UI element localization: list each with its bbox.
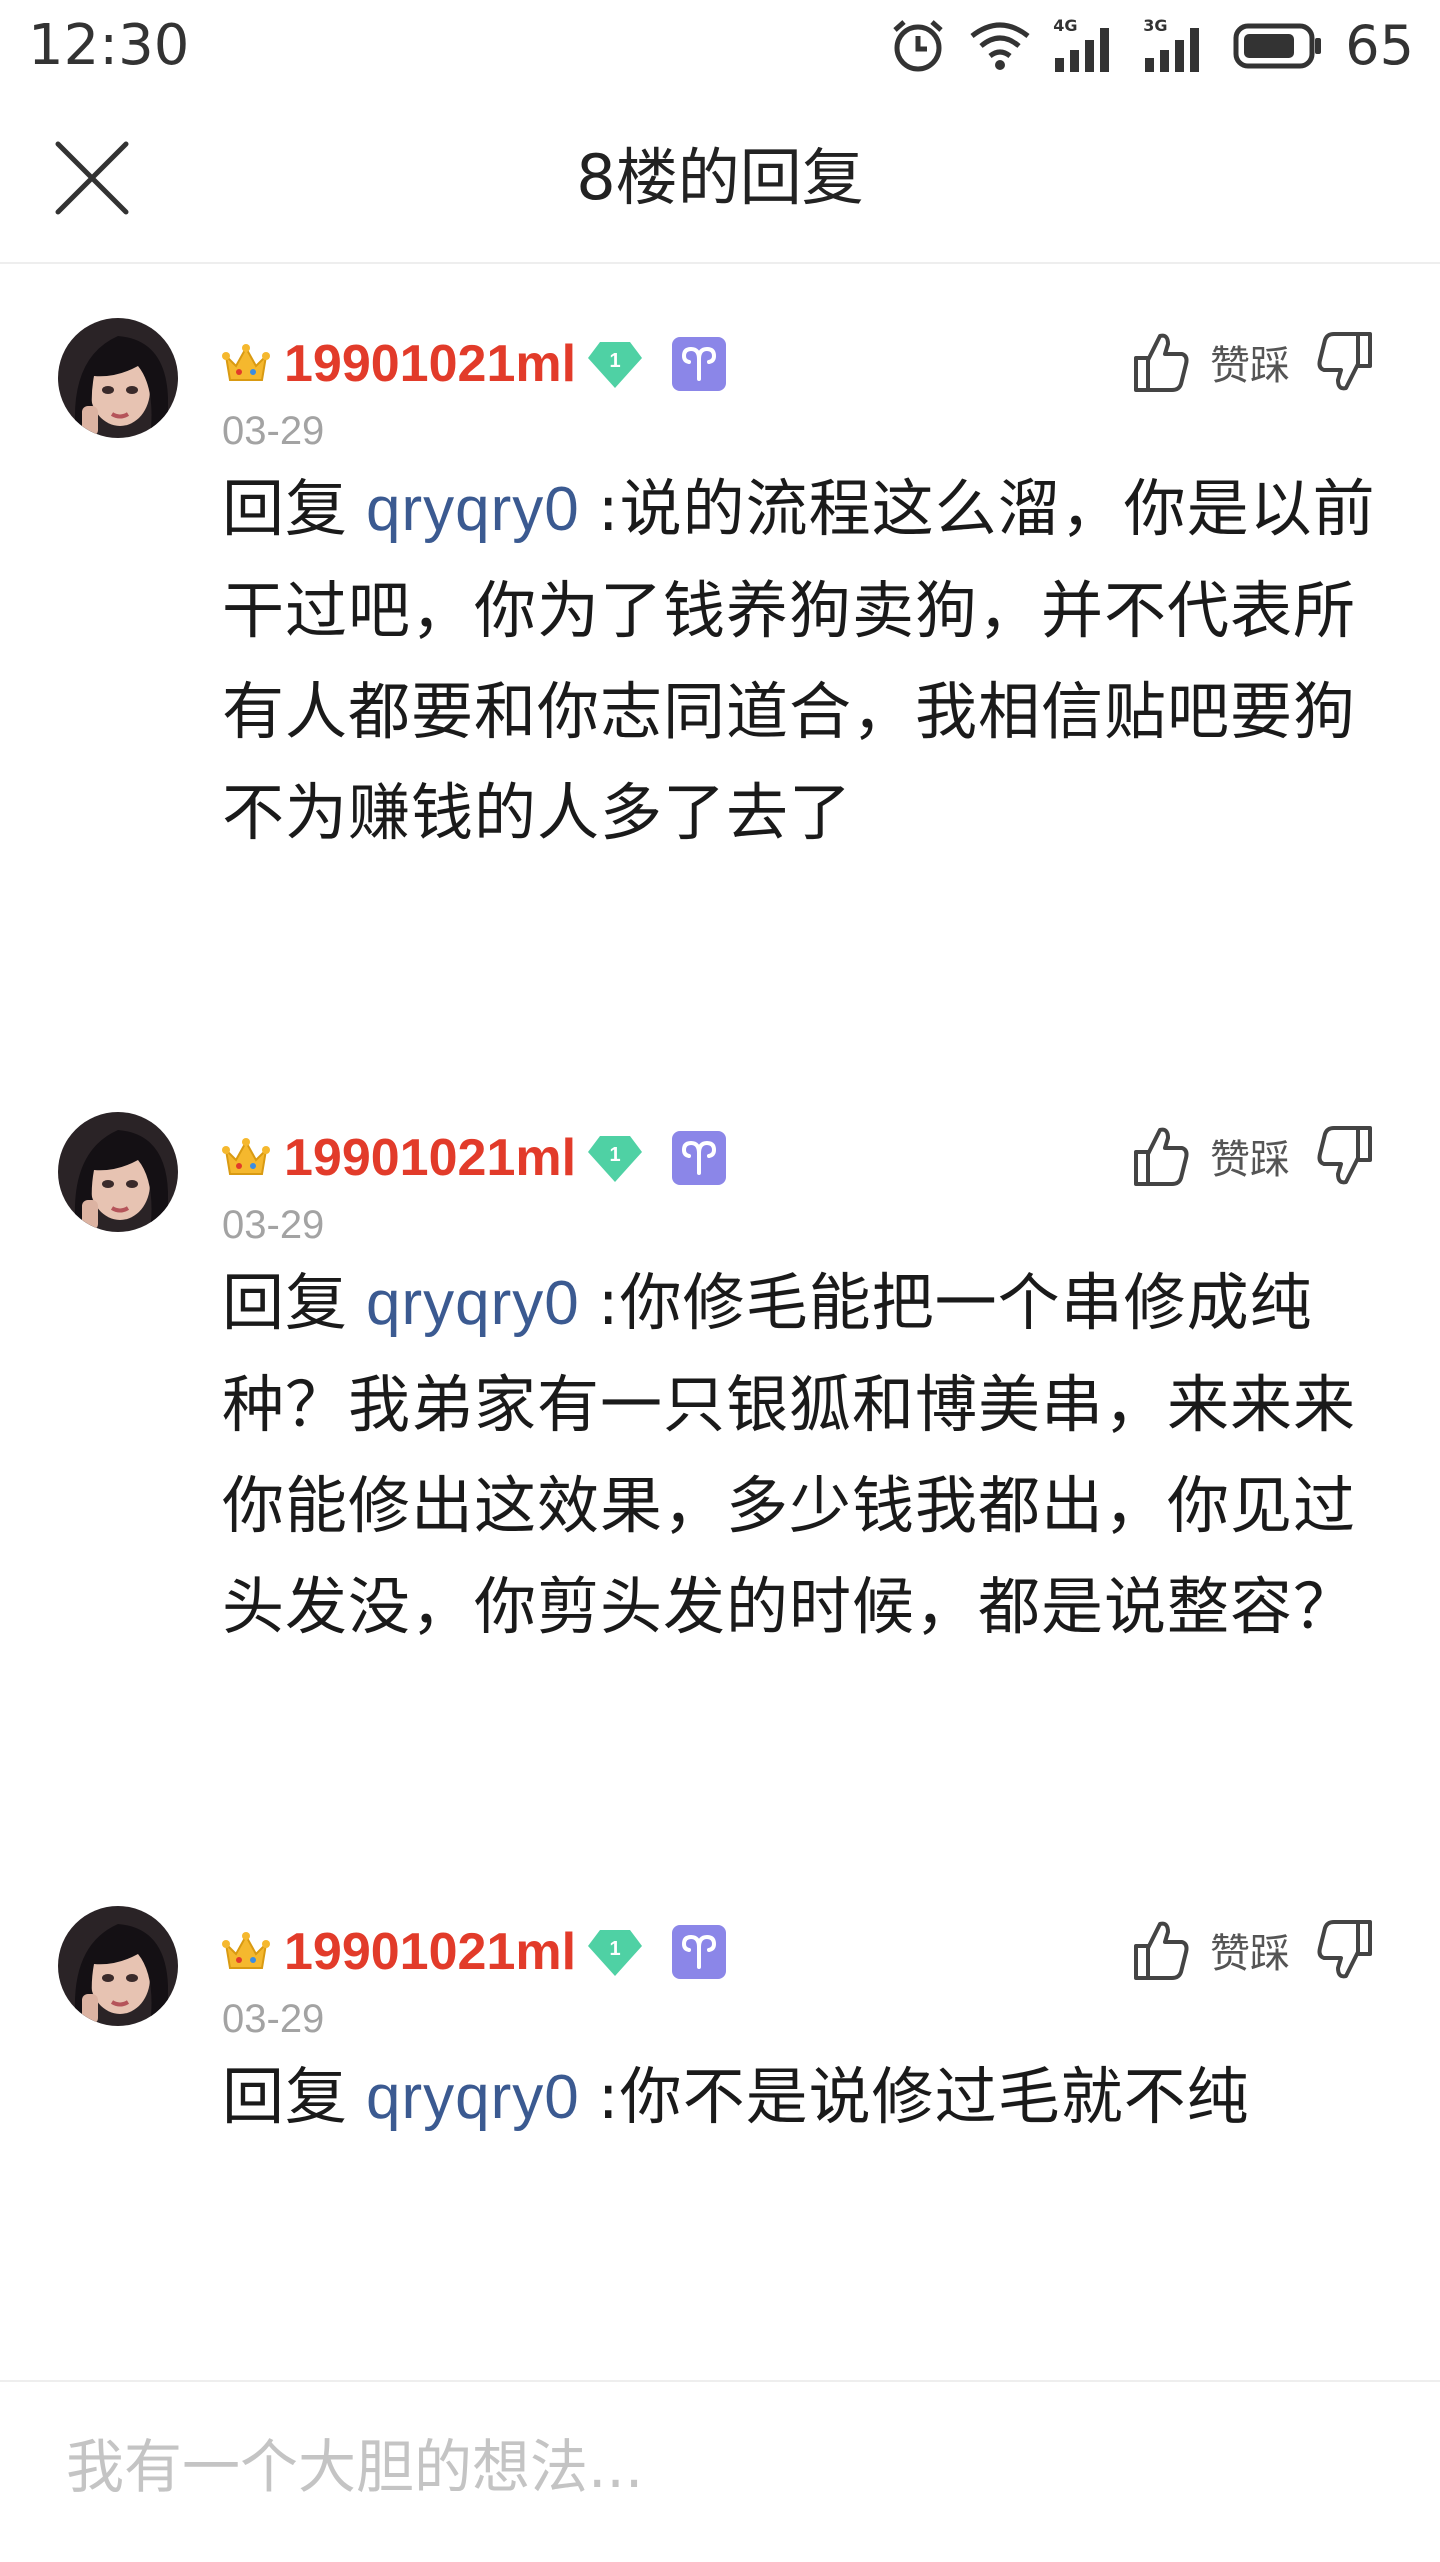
crown-icon: [222, 1932, 270, 1969]
thumbs-down-icon[interactable]: [1316, 1918, 1374, 1982]
comment-text: 回复 qryqry0:你不是说修过毛就不纯: [222, 2046, 1382, 2148]
page-title: 8楼的回复: [576, 141, 864, 214]
crown-icon: [222, 1138, 270, 1175]
reply-input[interactable]: [66, 2422, 1366, 2512]
vote-controls: 赞踩: [1132, 326, 1374, 398]
battery-level: 65: [1345, 14, 1414, 77]
user-row: 19901021ml 1: [222, 1126, 727, 1190]
aries-icon: [672, 337, 727, 391]
aries-icon: [672, 1925, 727, 1979]
level-number: 1: [609, 1938, 620, 1960]
level-badge-icon: 1: [588, 342, 643, 388]
thumbs-down-icon[interactable]: [1316, 1124, 1374, 1188]
level-number: 1: [609, 1144, 620, 1166]
reply-content: :你不是说修过毛就不纯: [597, 2060, 1250, 2133]
avatar[interactable]: [58, 1906, 178, 2026]
vote-label: 赞踩: [1210, 1931, 1290, 1977]
avatar[interactable]: [58, 318, 178, 438]
alarm-icon: [893, 20, 943, 72]
comment-date: 03-29: [222, 1997, 325, 2041]
comment-date: 03-29: [222, 1203, 325, 1247]
signal-4g-icon: 4G: [1053, 16, 1121, 74]
thumbs-up-icon[interactable]: [1132, 330, 1190, 394]
vote-label: 赞踩: [1210, 343, 1290, 389]
vote-label: 赞踩: [1210, 1137, 1290, 1183]
reply-target-link[interactable]: qryqry0: [366, 475, 580, 544]
username[interactable]: 19901021ml: [284, 332, 576, 396]
reply-prefix: 回复: [222, 1266, 349, 1339]
network-4g-label: 4G: [1053, 16, 1078, 35]
reply-target-link[interactable]: qryqry0: [366, 1269, 580, 1338]
comment-text: 回复 qryqry0:说的流程这么溜，你是以前干过吧，你为了钱养狗卖狗，并不代表所…: [222, 458, 1382, 863]
level-number: 1: [609, 350, 620, 372]
comment-text: 回复 qryqry0:你修毛能把一个串修成纯种？我弟家有一只银狐和博美串，来来来你…: [222, 1252, 1382, 1657]
header: 8楼的回复: [0, 96, 1440, 264]
username[interactable]: 19901021ml: [284, 1920, 576, 1984]
reply-bar: [0, 2380, 1440, 2562]
aries-icon: [672, 1131, 727, 1185]
username[interactable]: 19901021ml: [284, 1126, 576, 1190]
thumbs-down-icon[interactable]: [1316, 330, 1374, 394]
thumbs-up-icon[interactable]: [1132, 1124, 1190, 1188]
status-time: 12:30: [28, 13, 190, 78]
reply-target-link[interactable]: qryqry0: [366, 2063, 580, 2132]
wifi-icon: [970, 22, 1030, 70]
thumbs-up-icon[interactable]: [1132, 1918, 1190, 1982]
level-badge-icon: 1: [588, 1136, 643, 1182]
crown-icon: [222, 344, 270, 381]
vote-controls: 赞踩: [1132, 1120, 1374, 1192]
battery-icon: [1233, 23, 1322, 69]
avatar[interactable]: [58, 1112, 178, 1232]
status-icons: 4G 3G 65: [889, 10, 1414, 82]
vote-controls: 赞踩: [1132, 1914, 1374, 1986]
reply-prefix: 回复: [222, 2060, 349, 2133]
status-bar: 12:30 4G 3G 65: [0, 0, 1440, 96]
signal-3g-icon: 3G: [1143, 16, 1211, 74]
reply-prefix: 回复: [222, 472, 349, 545]
user-row: 19901021ml 1: [222, 1920, 727, 1984]
comment-date: 03-29: [222, 409, 325, 453]
level-badge-icon: 1: [588, 1930, 643, 1976]
network-3g-label: 3G: [1143, 16, 1168, 35]
user-row: 19901021ml 1: [222, 332, 727, 396]
